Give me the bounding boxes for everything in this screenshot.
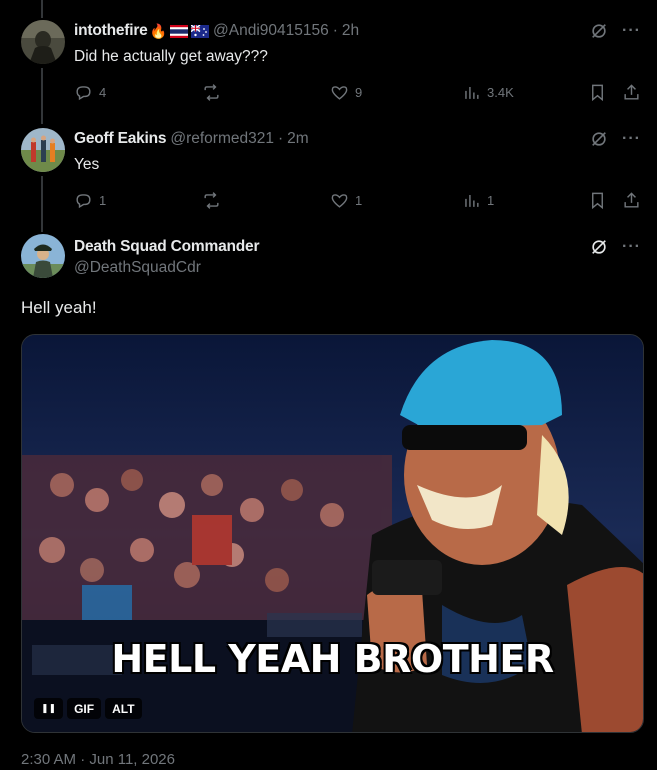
share-icon	[624, 192, 639, 208]
more-options-icon[interactable]: ···	[622, 23, 641, 39]
grok-icon[interactable]	[590, 22, 608, 40]
post-actions: 1 1 1	[74, 191, 645, 213]
view-count: 1	[487, 193, 495, 208]
like-count: 1	[355, 193, 363, 208]
reply-button[interactable]: 4	[74, 83, 106, 102]
bookmark-icon	[592, 192, 603, 210]
separator: ·	[332, 22, 338, 39]
author-name[interactable]: intothefire	[74, 22, 148, 40]
post-actions: 4 9 3.4K	[74, 83, 645, 105]
gif-badge: GIF	[67, 698, 102, 719]
bookmark-button[interactable]	[588, 191, 607, 210]
post-time[interactable]: 2m	[287, 130, 309, 148]
australia-flag-icon	[191, 24, 210, 38]
pause-button[interactable]: ❚❚	[34, 698, 64, 719]
reply-count: 1	[99, 193, 107, 208]
repost-button[interactable]	[202, 191, 221, 210]
grok-icon[interactable]	[590, 238, 608, 256]
post-timestamp[interactable]: 2:30 AM · Jun 11, 2026	[21, 751, 175, 768]
fire-emoji: 🔥	[149, 22, 168, 39]
repost-button[interactable]	[202, 83, 221, 102]
separator: ·	[277, 130, 284, 147]
avatar[interactable]	[21, 128, 65, 172]
heart-icon	[331, 194, 348, 208]
share-button[interactable]	[622, 83, 641, 102]
post-time[interactable]: 2h	[342, 22, 359, 40]
author-name[interactable]: Death Squad Commander	[74, 238, 259, 256]
repost-icon	[204, 84, 219, 101]
reply-post-2[interactable]: Geoff Eakins @reformed321 · 2m ··· Yes 1…	[0, 128, 657, 220]
gif-caption: HELL YEAH BROTHER	[111, 637, 554, 681]
reply-icon	[76, 86, 91, 101]
bookmark-icon	[592, 84, 603, 102]
author-handle[interactable]: @Andi90415156	[213, 22, 329, 40]
views-button[interactable]: 3.4K	[462, 83, 514, 102]
author-handle[interactable]: @DeathSquadCdr	[74, 259, 201, 277]
thailand-flag-icon	[170, 24, 189, 38]
share-icon	[624, 84, 639, 100]
avatar[interactable]	[21, 20, 65, 64]
repost-icon	[204, 192, 219, 209]
heart-icon	[331, 86, 348, 100]
views-icon	[465, 86, 479, 99]
share-button[interactable]	[622, 191, 641, 210]
like-count: 9	[355, 85, 363, 100]
reply-button[interactable]: 1	[74, 191, 106, 210]
post-text: Yes	[74, 156, 100, 173]
author-handle[interactable]: @reformed321	[170, 130, 274, 148]
reply-count: 4	[99, 85, 107, 100]
more-options-icon[interactable]: ···	[622, 131, 641, 147]
thread-line-top	[41, 0, 43, 18]
post-text: Hell yeah!	[21, 298, 97, 317]
grok-icon[interactable]	[590, 130, 608, 148]
views-button[interactable]: 1	[462, 191, 494, 210]
gif-media[interactable]: HELL YEAH BROTHER ❚❚ GIF ALT	[21, 334, 644, 733]
author-name[interactable]: Geoff Eakins	[74, 130, 167, 148]
post-text: Did he actually get away???	[74, 48, 268, 65]
bookmark-button[interactable]	[588, 83, 607, 102]
views-icon	[465, 194, 479, 207]
reply-icon	[76, 194, 91, 209]
view-count: 3.4K	[487, 85, 514, 100]
reply-post-1[interactable]: intothefire 🔥 @Andi90415156 · 2h ··· Did…	[0, 20, 657, 112]
more-options-icon[interactable]: ···	[622, 239, 641, 255]
avatar[interactable]	[21, 234, 65, 278]
like-button[interactable]: 1	[330, 191, 362, 210]
like-button[interactable]: 9	[330, 83, 362, 102]
alt-badge[interactable]: ALT	[105, 698, 142, 719]
